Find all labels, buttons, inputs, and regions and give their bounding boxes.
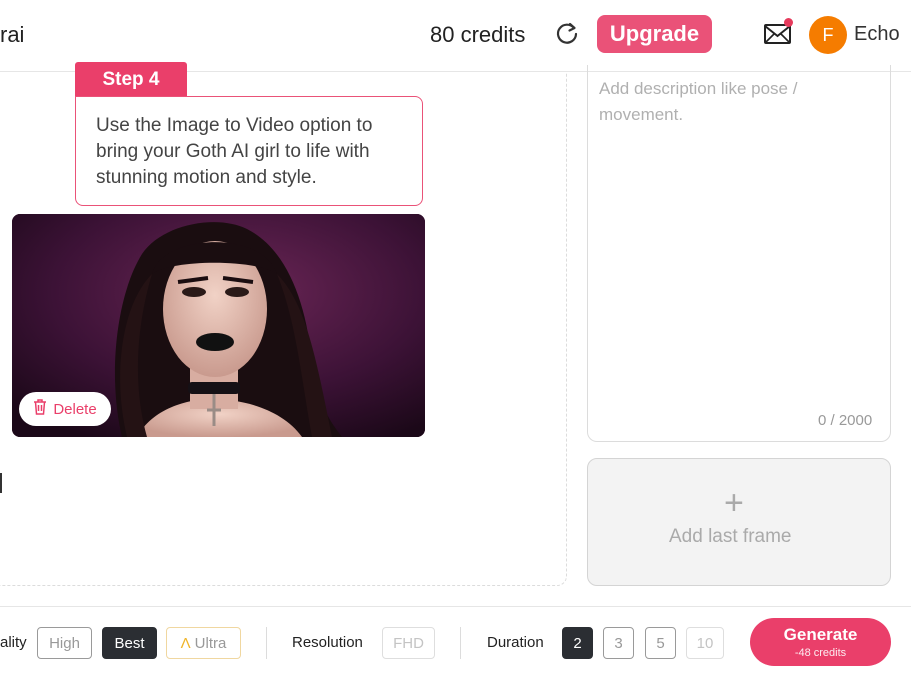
- add-last-frame-label: Add last frame: [669, 526, 792, 547]
- ultra-label: Ultra: [194, 634, 227, 652]
- duration-option-3[interactable]: 3: [603, 627, 634, 659]
- credits-count: 80 credits: [430, 22, 526, 47]
- quality-option-best[interactable]: Best: [102, 627, 157, 659]
- char-counter: 0 / 2000: [818, 412, 873, 429]
- quality-option-high[interactable]: High: [37, 627, 92, 659]
- quality-option-ultra[interactable]: Λ Ultra: [166, 627, 241, 659]
- crown-icon: Λ: [180, 634, 191, 652]
- duration-option-2[interactable]: 2: [562, 627, 593, 659]
- divider: [266, 627, 267, 659]
- panel-marker: [0, 473, 2, 493]
- step-tag: Step 4: [75, 62, 187, 97]
- resolution-option-fhd[interactable]: FHD: [382, 627, 435, 659]
- duration-option-5[interactable]: 5: [645, 627, 676, 659]
- refresh-icon[interactable]: [553, 20, 581, 48]
- notification-dot: [784, 18, 793, 27]
- delete-label: Delete: [53, 400, 97, 418]
- avatar[interactable]: F: [809, 16, 847, 54]
- add-last-frame-button[interactable]: [587, 458, 891, 586]
- delete-image-button[interactable]: Delete: [19, 392, 111, 426]
- generate-label: Generate: [783, 625, 858, 644]
- divider: [460, 627, 461, 659]
- description-placeholder: Add description like pose / movement.: [599, 79, 798, 124]
- quality-label: ality: [0, 634, 27, 651]
- trash-icon: [33, 399, 47, 419]
- plus-icon: +: [724, 484, 744, 522]
- duration-label: Duration: [487, 634, 544, 651]
- step-tooltip: Use the Image to Video option to bring y…: [75, 96, 423, 206]
- duration-option-10[interactable]: 10: [686, 627, 724, 659]
- generate-cost: -48 credits: [794, 647, 847, 659]
- brand-name: rai: [0, 22, 25, 47]
- username[interactable]: Echo: [854, 23, 900, 46]
- generate-button[interactable]: Generate -48 credits: [750, 618, 891, 666]
- upgrade-button[interactable]: Upgrade: [597, 15, 712, 53]
- resolution-label: Resolution: [292, 634, 363, 651]
